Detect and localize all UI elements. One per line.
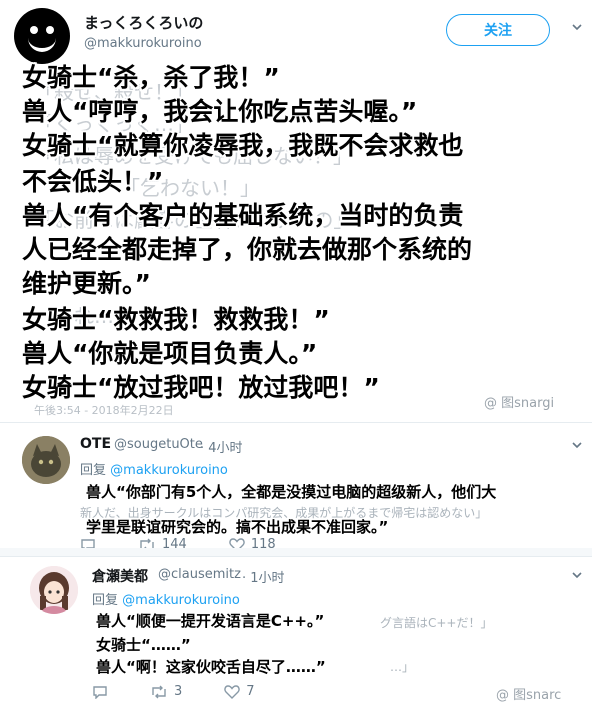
avatar-mouth [28, 38, 56, 52]
reply-to-label: 回复 [92, 593, 119, 608]
caption-line: 女骑士“放过我吧！放过我吧！” [22, 373, 380, 402]
avatar[interactable] [22, 436, 70, 484]
avatar-eye-right [46, 26, 54, 34]
caption-line: 兽人“你部门有5个人，全都是没摸过电脑的超级新人，他们大 [86, 483, 497, 501]
caption-line: 兽人“顺便一提开发语言是C++。” [96, 612, 325, 630]
follow-button[interactable]: 关注 [446, 14, 550, 46]
chevron-down-icon[interactable] [572, 440, 582, 450]
reply-to-handle[interactable]: @makkurokuroino [122, 593, 240, 608]
like-count: 7 [246, 684, 255, 699]
caption-line: 女骑士“就算你凌辱我，我既不会求救也 [22, 131, 464, 160]
reply-action[interactable] [92, 684, 108, 699]
caption-line: 女骑士“救救我！救救我！” [22, 305, 330, 334]
caption-line: 维护更新。” [22, 269, 151, 298]
caption-line: 人已经全都走掉了，你就去做那个系统的 [22, 235, 473, 264]
like-action[interactable]: 7 [224, 684, 255, 699]
watermark: @ 图snargi [484, 396, 555, 411]
divider [0, 556, 592, 557]
reply-to: 回复 @makkurokuroino [80, 459, 228, 478]
reply-text: …」 [390, 660, 415, 674]
user-handle[interactable]: @clausemitz [158, 567, 241, 582]
divider [0, 422, 592, 423]
caption-line: 女骑士“……” [96, 636, 191, 654]
retweet-icon [152, 685, 166, 698]
caption-line: 不会低头！” [22, 167, 164, 196]
caption-line: 兽人“哼哼，我会让你吃点苦头喔。” [22, 97, 418, 126]
tweet-time[interactable]: · 4小时 [200, 437, 243, 456]
avatar-eye-left [30, 26, 38, 34]
watermark: @ 图snarc [496, 688, 562, 703]
section-gap [0, 548, 592, 556]
tweet-time[interactable]: · 1小时 [242, 567, 285, 586]
reply-to-label: 回复 [80, 463, 107, 478]
retweet-action[interactable]: 3 [150, 684, 182, 699]
girl-avatar-icon [30, 566, 78, 614]
display-name[interactable]: OTE [80, 436, 111, 452]
tweet-timestamp[interactable]: 午後3:54 - 2018年2月22日 [34, 402, 174, 418]
user-handle[interactable]: @makkurokuroino [84, 36, 202, 51]
chevron-down-icon[interactable] [572, 22, 582, 32]
tweet-actions: 3 7 [92, 684, 255, 699]
avatar[interactable] [14, 8, 70, 64]
chevron-down-icon[interactable] [572, 570, 582, 580]
reply-to: 回复 @makkurokuroino [92, 589, 240, 608]
caption-line: 兽人“有个客户的基础系统，当时的负责 [22, 201, 464, 230]
caption-line: 女骑士“杀，杀了我！” [22, 63, 280, 92]
caption-line: 学里是联谊研究会的。搞不出成果不准回家。” [86, 518, 389, 536]
caption-line: 兽人“啊！这家伙咬舌自尽了……” [96, 658, 326, 676]
user-handle[interactable]: @sougetuOte [114, 437, 203, 452]
display-name[interactable]: 倉瀬美都 [92, 566, 148, 586]
cat-avatar-icon [22, 436, 70, 484]
reply-text: グ言語はC++だ！」 [380, 616, 493, 630]
caption-line: 兽人“你就是项目负责人。” [22, 339, 318, 368]
reply-icon [93, 685, 107, 699]
reply-to-handle[interactable]: @makkurokuroino [110, 463, 228, 478]
heart-icon [224, 684, 241, 699]
avatar[interactable] [30, 566, 78, 614]
display-name[interactable]: まっくろくろいの [84, 12, 203, 33]
retweet-count: 3 [174, 684, 183, 699]
